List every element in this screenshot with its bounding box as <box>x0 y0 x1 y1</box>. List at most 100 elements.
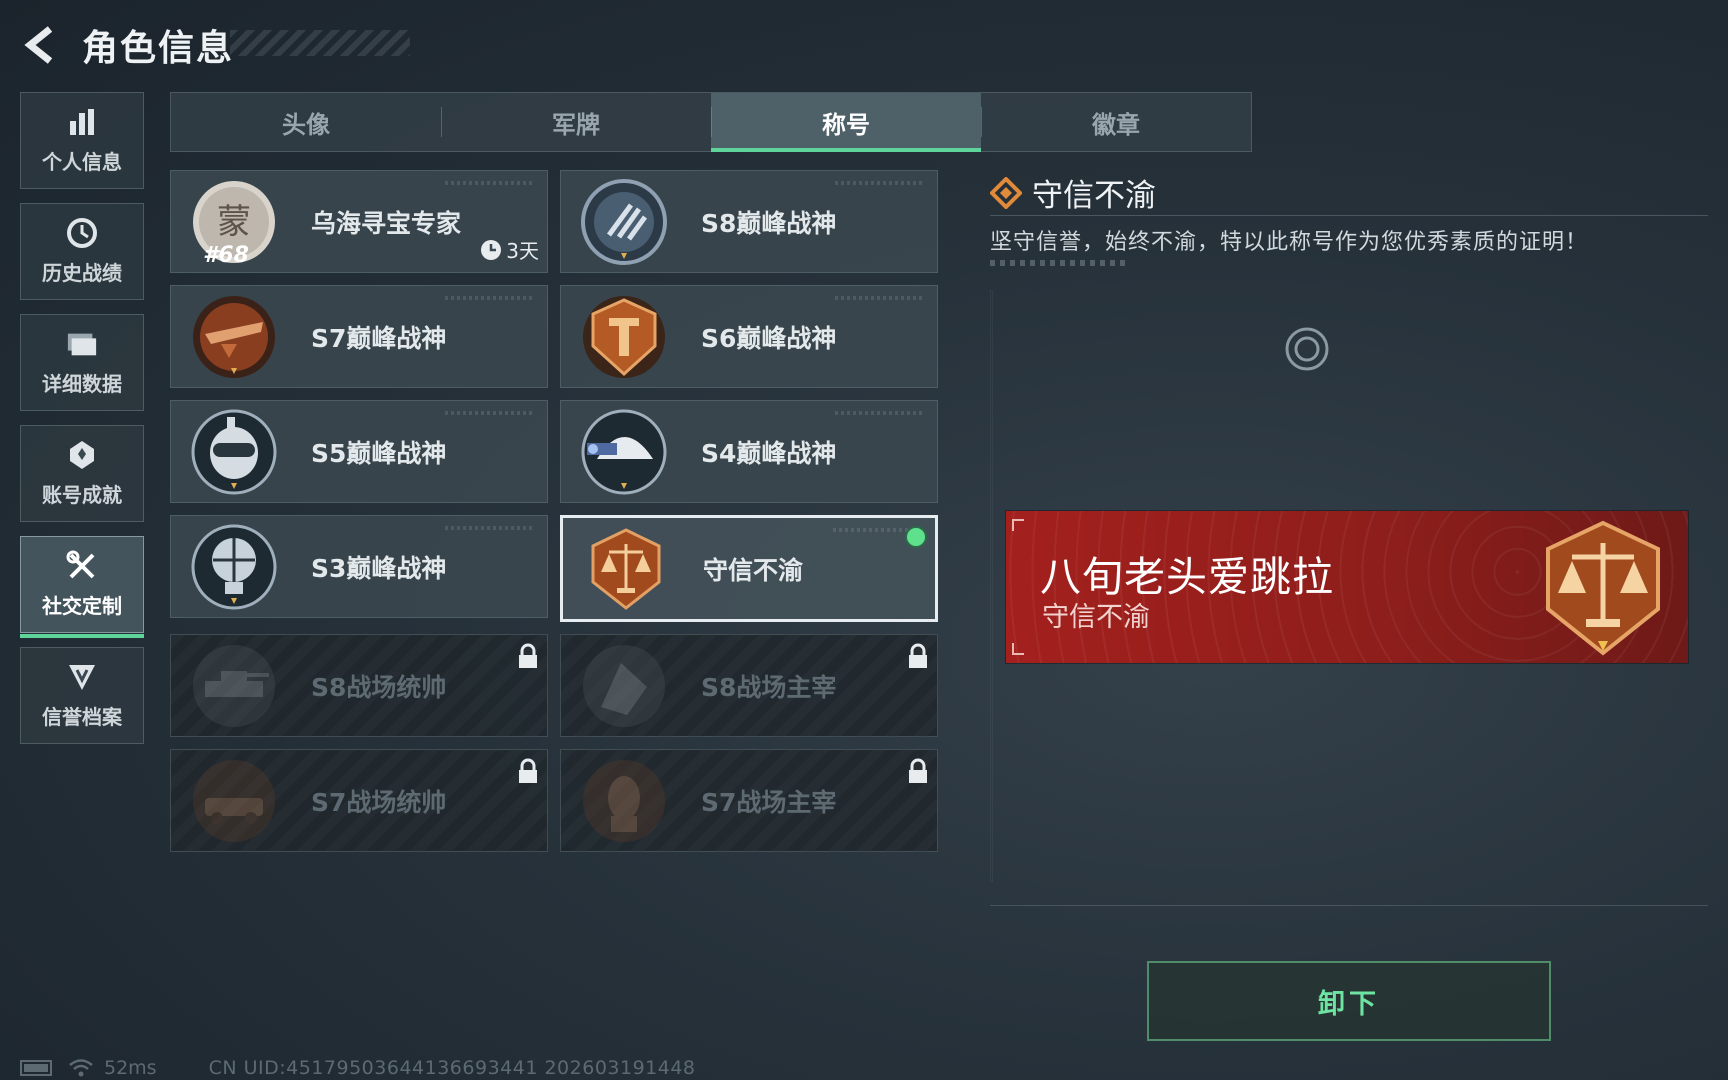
nav-item-detailed-data[interactable]: 详细数据 <box>20 314 144 411</box>
unequip-button[interactable]: 卸下 <box>1147 961 1551 1041</box>
card-decoration <box>835 296 925 300</box>
nav-item-achievements[interactable]: 账号成就 <box>20 425 144 522</box>
tab-title[interactable]: 称号 <box>711 93 981 152</box>
nav-item-personal-info[interactable]: 个人信息 <box>20 92 144 189</box>
title-level: #68 <box>203 242 249 268</box>
title-grid: 蒙 #68 乌海寻宝专家 3天 S8巅峰战神 S7巅峰战神 S6巅峰战神 S5巅… <box>170 170 938 852</box>
banner-player-name: 八旬老头爱跳拉 <box>1040 553 1334 601</box>
title-name: S7巅峰战神 <box>311 323 447 353</box>
title-card-selected[interactable]: 守信不渝 <box>560 515 938 622</box>
lock-icon <box>519 758 537 783</box>
tab-emblem[interactable]: 徽章 <box>981 93 1251 151</box>
title-name: S7战场统帅 <box>311 787 447 817</box>
treasure-expert-badge: 蒙 #68 <box>191 179 277 268</box>
title-card[interactable]: 蒙 #68 乌海寻宝专家 3天 <box>170 170 548 273</box>
title-name: S6巅峰战神 <box>701 323 837 353</box>
nav-item-history[interactable]: 历史战绩 <box>20 203 144 300</box>
achievement-icon <box>66 439 98 471</box>
s7-peak-badge <box>191 294 277 380</box>
ping-value: 52ms <box>104 1057 157 1079</box>
banner-corner <box>1012 519 1024 531</box>
back-arrow-icon <box>24 26 53 64</box>
nav-label: 社交定制 <box>42 594 122 618</box>
title-name: S7战场主宰 <box>701 787 837 817</box>
banner-corner <box>1012 643 1024 655</box>
scales-badge <box>583 526 669 612</box>
nav-item-social-custom[interactable]: 社交定制 <box>20 536 144 638</box>
title-card-locked[interactable]: S8战场主宰 <box>560 634 938 737</box>
title-name: S8巅峰战神 <box>701 208 837 238</box>
title-card[interactable]: S6巅峰战神 <box>560 285 938 388</box>
tab-avatar[interactable]: 头像 <box>171 93 441 151</box>
page-title: 角色信息 <box>82 28 235 69</box>
side-nav: 个人信息 历史战绩 详细数据 账号成就 社交定制 信誉档案 <box>20 92 144 758</box>
banner-title: 守信不渝 <box>1042 602 1150 633</box>
wifi-icon <box>69 1059 93 1077</box>
s3-peak-badge <box>191 524 277 610</box>
nav-item-reputation[interactable]: 信誉档案 <box>20 647 144 744</box>
status-bar: 52ms CN UID:45179503644136693441 2026031… <box>20 1056 696 1080</box>
card-decoration <box>445 526 535 530</box>
page-header: 角色信息 <box>20 18 234 72</box>
title-card-locked[interactable]: S7战场统帅 <box>170 749 548 852</box>
folder-icon <box>66 328 98 360</box>
description-decoration <box>990 260 1125 266</box>
lock-icon <box>519 643 537 668</box>
nav-label: 历史战绩 <box>42 261 122 285</box>
card-decoration <box>445 296 535 300</box>
tools-icon <box>66 550 98 582</box>
user-uid: CN UID:45179503644136693441 202603191448 <box>208 1057 696 1079</box>
title-name: S8战场主宰 <box>701 672 837 702</box>
s8-peak-badge <box>581 178 667 265</box>
title-card-locked[interactable]: S8战场统帅 <box>170 634 548 737</box>
detail-description: 坚守信誉，始终不渝，特以此称号作为您优秀素质的证明！ <box>990 230 1589 255</box>
s8-dominator-badge <box>581 643 667 729</box>
card-decoration <box>835 411 925 415</box>
expire-label: 3天 <box>506 239 539 263</box>
title-name: 守信不渝 <box>703 555 804 585</box>
title-card-locked[interactable]: S7战场主宰 <box>560 749 938 852</box>
target-icon[interactable] <box>1284 326 1330 372</box>
expire-time: 3天 <box>480 235 539 264</box>
svg-text:蒙: 蒙 <box>217 202 251 242</box>
card-decoration <box>445 181 535 185</box>
bottom-divider <box>990 905 1708 906</box>
equipped-indicator <box>905 526 927 548</box>
nav-label: 详细数据 <box>42 372 122 396</box>
s7-commander-badge <box>191 758 277 844</box>
clock-icon <box>481 239 502 260</box>
back-button[interactable] <box>20 23 60 67</box>
lock-icon <box>909 758 927 783</box>
title-card[interactable]: S7巅峰战神 <box>170 285 548 388</box>
battery-icon <box>20 1060 52 1076</box>
shield-icon <box>66 661 98 693</box>
detail-title: 守信不渝 <box>1032 178 1156 214</box>
tab-dog-tag[interactable]: 军牌 <box>441 93 711 151</box>
title-name: S3巅峰战神 <box>311 553 447 583</box>
nav-label: 信誉档案 <box>42 705 122 729</box>
history-clock-icon <box>66 217 98 249</box>
title-card[interactable]: S3巅峰战神 <box>170 515 548 618</box>
panel-divider <box>990 290 993 882</box>
card-decoration <box>835 181 925 185</box>
title-banner-preview: 八旬老头爱跳拉 守信不渝 <box>1006 511 1688 663</box>
title-name: S5巅峰战神 <box>311 438 447 468</box>
tab-bar: 头像 军牌 称号 徽章 <box>170 92 1252 152</box>
title-card[interactable]: S8巅峰战神 <box>560 170 938 273</box>
s6-peak-badge <box>581 294 667 380</box>
s4-peak-badge <box>581 409 667 495</box>
detail-header: 守信不渝 <box>990 170 1156 215</box>
title-card[interactable]: S5巅峰战神 <box>170 400 548 503</box>
nav-label: 个人信息 <box>42 150 122 174</box>
lock-icon <box>909 643 927 668</box>
title-card[interactable]: S4巅峰战神 <box>560 400 938 503</box>
bar-chart-icon <box>66 106 98 138</box>
s7-dominator-badge <box>581 758 667 844</box>
title-name: S8战场统帅 <box>311 672 447 702</box>
diamond-icon <box>990 176 1022 209</box>
s5-peak-badge <box>191 409 277 495</box>
card-decoration <box>445 411 535 415</box>
header-stripe-decoration <box>230 30 410 56</box>
nav-label: 账号成就 <box>42 483 122 507</box>
detail-divider <box>990 215 1708 216</box>
